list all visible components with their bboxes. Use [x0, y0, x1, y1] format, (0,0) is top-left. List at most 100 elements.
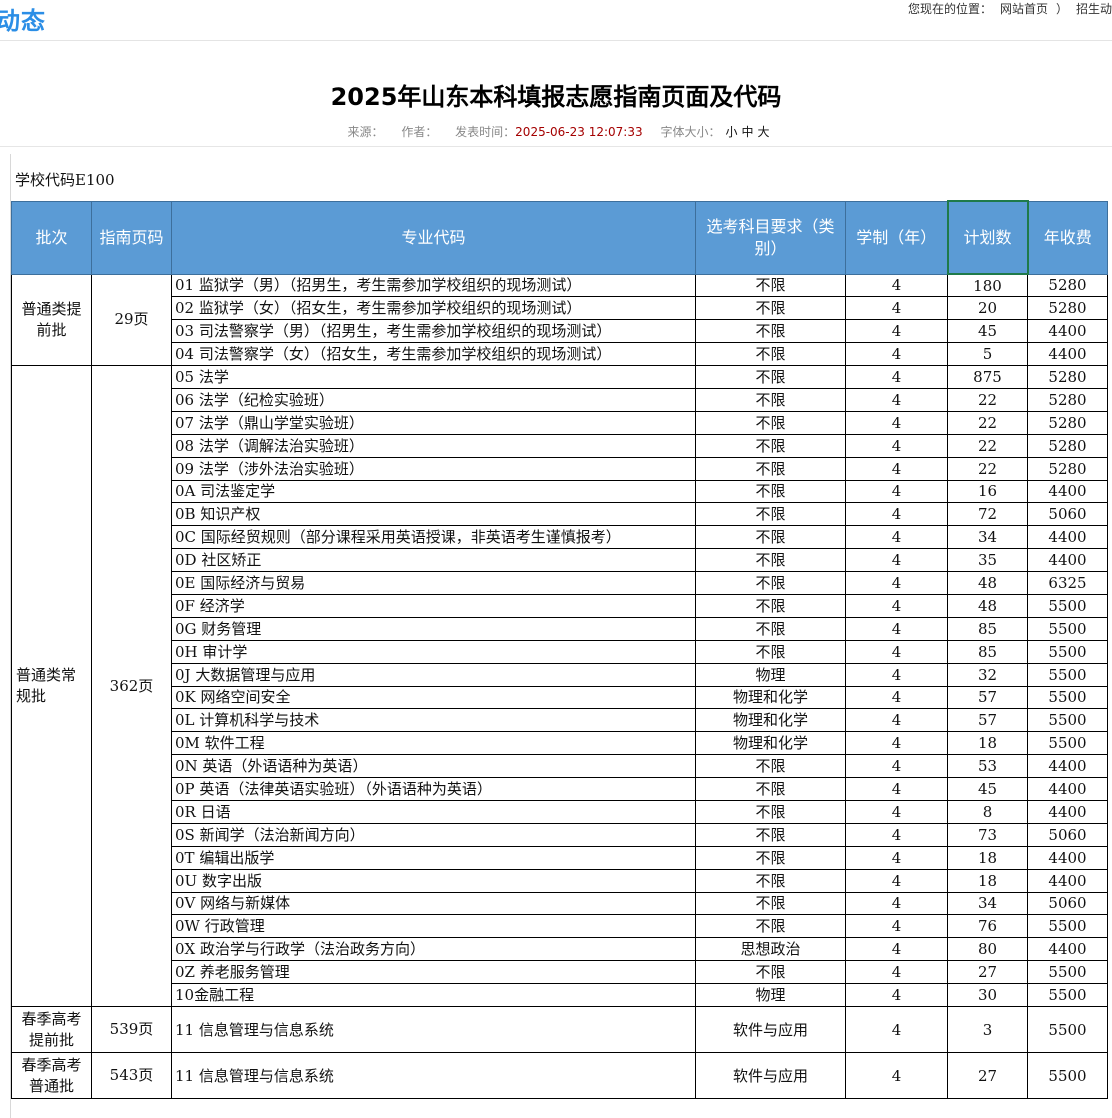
- duration-cell: 4: [845, 296, 948, 321]
- annual-fee-cell: 4400: [1027, 845, 1108, 870]
- table-row: 02 监狱学（女）（招女生，考生需参加学校组织的现场测试） 不限 4 20 5280: [12, 296, 1108, 321]
- plan-count-cell: 3: [947, 1006, 1028, 1053]
- duration-cell: 4: [845, 433, 948, 458]
- plan-count-cell: 85: [947, 639, 1028, 664]
- major-cell: 0H 审计学: [171, 639, 696, 664]
- annual-fee-cell: 5500: [1027, 685, 1108, 710]
- annual-fee-cell: 4400: [1027, 754, 1108, 779]
- subject-requirement-cell: 不限: [695, 639, 846, 664]
- subject-requirement-cell: 不限: [695, 525, 846, 550]
- subject-requirement-cell: 不限: [695, 571, 846, 595]
- major-cell: 01 监狱学（男）（招男生，考生需参加学校组织的现场测试）: [171, 273, 696, 298]
- table-row: 0D 社区矫正 不限 4 35 4400: [12, 548, 1108, 573]
- subject-requirement-cell: 不限: [695, 777, 846, 801]
- table-row: 春季高考普通批 543页 11 信息管理与信息系统 软件与应用 4 27 5500: [11, 1052, 1108, 1099]
- top-bar: 动态 您现在的位置： 网站首页 ） 招生动: [0, 0, 1112, 41]
- plan-count-cell: 80: [947, 937, 1028, 962]
- subject-requirement-cell: 不限: [695, 456, 846, 481]
- header-major-code[interactable]: 专业代码: [171, 200, 696, 275]
- header-annual-fee[interactable]: 年收费: [1027, 200, 1108, 275]
- admission-plan-table: 批次 指南页码 专业代码 选考科目要求（类别） 学制（年） 计划数 年收费 普通…: [11, 200, 1108, 1099]
- annual-fee-cell: 5500: [1027, 593, 1108, 618]
- annual-fee-cell: 5280: [1027, 365, 1108, 389]
- subject-requirement-cell: 不限: [695, 845, 846, 870]
- table-row: 04 司法警察学（女）（招女生，考生需参加学校组织的现场测试） 不限 4 5 4400: [12, 342, 1108, 367]
- plan-count-cell: 18: [947, 868, 1028, 893]
- duration-cell: 4: [845, 1052, 948, 1099]
- annual-fee-cell: 5500: [1027, 731, 1108, 756]
- table-row: 10金融工程 物理 4 30 5500: [12, 983, 1108, 1007]
- annual-fee-cell: 5500: [1027, 914, 1108, 939]
- annual-fee-cell: 5500: [1027, 983, 1108, 1007]
- subject-requirement-cell: 不限: [695, 754, 846, 779]
- table-row: 0G 财务管理 不限 4 85 5500: [12, 616, 1108, 641]
- duration-cell: 4: [845, 365, 948, 389]
- duration-cell: 4: [845, 342, 948, 367]
- annual-fee-cell: 5280: [1027, 433, 1108, 458]
- guide-page-cell: 543页: [91, 1052, 172, 1099]
- duration-cell: 4: [845, 616, 948, 641]
- annual-fee-cell: 4400: [1027, 777, 1108, 801]
- table-row: 03 司法警察学（男）（招男生，考生需参加学校组织的现场测试） 不限 4 45 4400: [12, 319, 1108, 344]
- major-cell: 0A 司法鉴定学: [171, 479, 696, 504]
- batch-cell: 春季高考普通批: [11, 1052, 92, 1099]
- major-cell: 08 法学（调解法治实验班）: [171, 433, 696, 458]
- subject-requirement-cell: 不限: [695, 799, 846, 824]
- table-row: 07 法学（鼎山学堂实验班） 不限 4 22 5280: [12, 410, 1108, 435]
- annual-fee-cell: 4400: [1027, 548, 1108, 573]
- table-row: 06 法学（纪检实验班） 不限 4 22 5280: [12, 387, 1108, 412]
- header-batch[interactable]: 批次: [11, 200, 92, 275]
- plan-count-cell: 72: [947, 502, 1028, 527]
- table-row: 0P 英语（法律英语实验班）（外语语种为英语） 不限 4 45 4400: [12, 777, 1108, 801]
- subject-requirement-cell: 不限: [695, 914, 846, 939]
- major-cell: 0M 软件工程: [171, 731, 696, 756]
- major-cell: 07 法学（鼎山学堂实验班）: [171, 410, 696, 435]
- subject-requirement-cell: 物理和化学: [695, 708, 846, 733]
- subject-requirement-cell: 不限: [695, 273, 846, 298]
- plan-count-cell: 22: [947, 410, 1028, 435]
- table-row: 0K 网络空间安全 物理和化学 4 57 5500: [12, 685, 1108, 710]
- font-size-medium-button[interactable]: 中: [741, 123, 753, 140]
- header-plan-count[interactable]: 计划数: [946, 200, 1029, 275]
- table-row: 0M 软件工程 物理和化学 4 18 5500: [12, 731, 1108, 756]
- annual-fee-cell: 4400: [1027, 799, 1108, 824]
- plan-count-cell: 16: [947, 479, 1028, 504]
- duration-cell: 4: [845, 822, 948, 847]
- major-cell: 0U 数字出版: [171, 868, 696, 893]
- subject-requirement-cell: 不限: [695, 891, 846, 916]
- plan-count-cell: 27: [947, 960, 1028, 985]
- subject-requirement-cell: 不限: [695, 616, 846, 641]
- header-guide-page[interactable]: 指南页码: [91, 200, 172, 275]
- major-cell: 0F 经济学: [171, 593, 696, 618]
- font-size-large-button[interactable]: 大: [758, 123, 770, 140]
- subject-requirement-cell: 不限: [695, 387, 846, 412]
- table-row: 0S 新闻学（法治新闻方向） 不限 4 73 5060: [12, 822, 1108, 847]
- plan-count-cell: 875: [947, 365, 1028, 389]
- duration-cell: 4: [845, 799, 948, 824]
- batch-cell: 春季高考提前批: [11, 1006, 92, 1053]
- major-cell: 02 监狱学（女）（招女生，考生需参加学校组织的现场测试）: [171, 296, 696, 321]
- major-cell: 0E 国际经济与贸易: [171, 571, 696, 595]
- duration-cell: 4: [845, 525, 948, 550]
- header-duration[interactable]: 学制（年）: [845, 200, 948, 275]
- table-row: 0Z 养老服务管理 不限 4 27 5500: [12, 960, 1108, 985]
- article-title: 2025年山东本科填报志愿指南页面及代码: [330, 83, 782, 111]
- major-cell: 06 法学（纪检实验班）: [171, 387, 696, 412]
- subject-requirement-cell: 不限: [695, 502, 846, 527]
- meta-date: 2025-06-23 12:07:33: [515, 125, 643, 139]
- meta-source-label: 来源：: [347, 125, 384, 139]
- duration-cell: 4: [845, 777, 948, 801]
- major-cell: 0C 国际经贸规则（部分课程采用英语授课，非英语考生谨慎报考）: [171, 525, 696, 550]
- font-size-small-button[interactable]: 小: [725, 123, 737, 140]
- subject-requirement-cell: 物理: [695, 662, 846, 687]
- plan-count-cell: 32: [947, 662, 1028, 687]
- header-subject-requirement[interactable]: 选考科目要求（类别）: [695, 200, 846, 275]
- subject-requirement-cell: 软件与应用: [695, 1052, 846, 1099]
- article-meta: 来源： 作者： 发表时间：2025-06-23 12:07:33 字体大小： 小中…: [0, 123, 1112, 140]
- table-header-row: 批次 指南页码 专业代码 选考科目要求（类别） 学制（年） 计划数 年收费: [11, 200, 1108, 275]
- breadcrumb-admissions-link[interactable]: 招生动: [1076, 0, 1112, 17]
- breadcrumb-home-link[interactable]: 网站首页: [1000, 0, 1048, 17]
- major-cell: 11 信息管理与信息系统: [171, 1006, 696, 1053]
- annual-fee-cell: 5280: [1027, 387, 1108, 412]
- table-row: 0H 审计学 不限 4 85 5500: [12, 639, 1108, 664]
